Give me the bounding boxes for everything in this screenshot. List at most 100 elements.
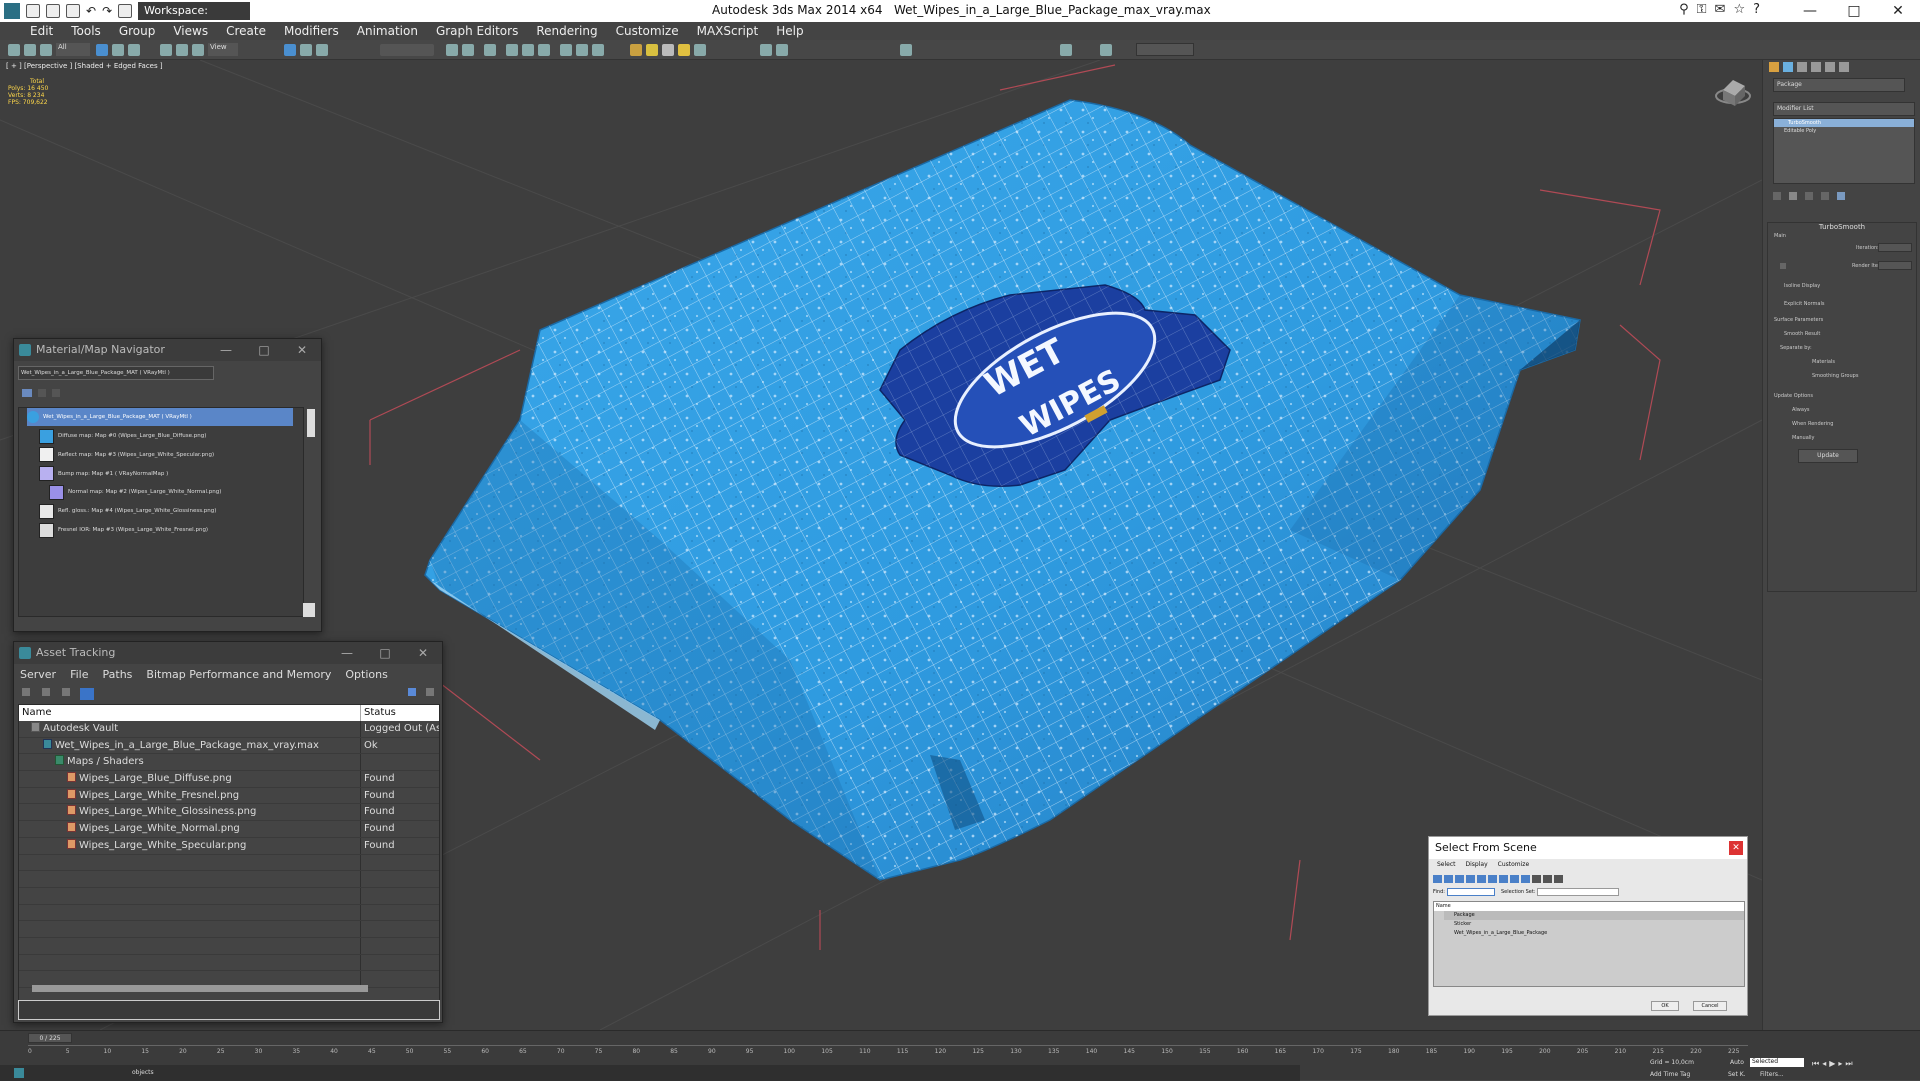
smoothing-groups-checkbox[interactable]: Smoothing Groups bbox=[1812, 373, 1858, 379]
material-editor-icon[interactable] bbox=[538, 44, 550, 56]
checkout-icon[interactable] bbox=[42, 688, 50, 696]
material-name-field[interactable]: Wet_Wipes_in_a_Large_Blue_Package_MAT ( … bbox=[18, 366, 214, 380]
column-name[interactable]: Name bbox=[19, 705, 361, 721]
scene-menu-select[interactable]: Select bbox=[1437, 859, 1456, 871]
map-row[interactable]: Bump map: Map #1 ( VRayNormalMap ) bbox=[39, 465, 168, 483]
menu-tools[interactable]: Tools bbox=[71, 24, 101, 38]
map-row[interactable]: Fresnel IOR: Map #3 (Wipes_Large_White_F… bbox=[39, 521, 208, 539]
scene-list-header[interactable]: Name bbox=[1434, 902, 1744, 911]
filter-bones-icon[interactable] bbox=[1521, 875, 1530, 883]
find-input[interactable] bbox=[1447, 888, 1495, 896]
auto-key-button[interactable]: Auto bbox=[1730, 1059, 1744, 1066]
unlink-icon[interactable] bbox=[24, 44, 36, 56]
scale-icon[interactable] bbox=[192, 44, 204, 56]
extra-tool-5-icon[interactable] bbox=[1100, 44, 1112, 56]
bind-icon[interactable] bbox=[40, 44, 52, 56]
select-object-icon[interactable] bbox=[96, 44, 108, 56]
map-row[interactable]: Reflect map: Map #3 (Wipes_Large_White_S… bbox=[39, 446, 214, 464]
coord-system-dropdown[interactable]: View bbox=[208, 43, 238, 56]
update-when-rendering-radio[interactable]: When Rendering bbox=[1792, 421, 1833, 427]
map-row[interactable]: Diffuse map: Map #0 (Wipes_Large_Blue_Di… bbox=[39, 427, 206, 445]
material-navigator-titlebar[interactable]: Material/Map Navigator — □ ✕ bbox=[14, 339, 321, 361]
filter-all-icon[interactable] bbox=[1532, 875, 1541, 883]
asset-tracking-maximize-button[interactable]: □ bbox=[366, 642, 404, 664]
next-frame-icon[interactable]: ▸ bbox=[1838, 1059, 1842, 1069]
named-selection-icon[interactable] bbox=[380, 44, 434, 56]
checkin-icon[interactable] bbox=[62, 688, 70, 696]
table-row[interactable]: Maps / Shaders bbox=[19, 754, 439, 772]
vray-toolbar-icon[interactable] bbox=[630, 44, 642, 56]
filter-cameras-icon[interactable] bbox=[1466, 875, 1475, 883]
vray-light-icon[interactable] bbox=[646, 44, 658, 56]
material-tree[interactable]: Wet_Wipes_in_a_Large_Blue_Package_MAT ( … bbox=[18, 407, 304, 617]
asset-menu-file[interactable]: File bbox=[70, 668, 88, 681]
help-icon[interactable]: ? bbox=[1753, 2, 1760, 17]
table-row[interactable]: Wipes_Large_White_Glossiness.png Found bbox=[19, 804, 439, 822]
material-navigator-maximize-button[interactable]: □ bbox=[245, 339, 283, 361]
hierarchy-tab-icon[interactable] bbox=[1797, 62, 1807, 72]
go-to-end-icon[interactable]: ⏭ bbox=[1845, 1059, 1852, 1069]
extra-tool-3-icon[interactable] bbox=[900, 44, 912, 56]
table-row[interactable]: Wipes_Large_Blue_Diffuse.png Found bbox=[19, 771, 439, 788]
map-row[interactable]: Normal map: Map #2 (Wipes_Large_White_No… bbox=[49, 483, 221, 501]
percent-snap-icon[interactable] bbox=[316, 44, 328, 56]
make-unique-icon[interactable] bbox=[1805, 192, 1813, 200]
favorites-icon[interactable]: ☆ bbox=[1733, 2, 1745, 17]
iterations-spinner[interactable] bbox=[1878, 243, 1912, 252]
vray-sphere-icon[interactable] bbox=[662, 44, 674, 56]
asset-path-field[interactable] bbox=[18, 1000, 440, 1020]
layer-manager-icon[interactable] bbox=[484, 44, 496, 56]
mirror-icon[interactable] bbox=[446, 44, 458, 56]
rectangle-selection-icon[interactable] bbox=[128, 44, 140, 56]
asset-menu-paths[interactable]: Paths bbox=[103, 668, 133, 681]
table-row[interactable]: Wipes_Large_White_Fresnel.png Found bbox=[19, 787, 439, 805]
angle-snap-icon[interactable] bbox=[300, 44, 312, 56]
menu-modifiers[interactable]: Modifiers bbox=[284, 24, 339, 38]
add-time-tag[interactable]: Add Time Tag bbox=[1650, 1071, 1690, 1078]
motion-tab-icon[interactable] bbox=[1811, 62, 1821, 72]
redo-icon[interactable]: ↷ bbox=[102, 4, 112, 18]
asset-horizontal-scrollbar[interactable] bbox=[32, 985, 368, 992]
explicit-normals-checkbox[interactable]: Explicit Normals bbox=[1784, 301, 1824, 307]
material-navigator-close-button[interactable]: ✕ bbox=[283, 339, 321, 361]
asset-menu-bitmap-performance[interactable]: Bitmap Performance and Memory bbox=[146, 668, 331, 681]
select-from-scene-titlebar[interactable]: Select From Scene ✕ bbox=[1429, 837, 1747, 859]
menu-customize[interactable]: Customize bbox=[616, 24, 679, 38]
view-list-icon[interactable] bbox=[22, 389, 32, 397]
table-row[interactable]: Wipes_Large_White_Normal.png Found bbox=[19, 821, 439, 838]
materials-checkbox[interactable]: Materials bbox=[1812, 359, 1835, 365]
menu-maxscript[interactable]: MAXScript bbox=[697, 24, 759, 38]
move-icon[interactable] bbox=[160, 44, 172, 56]
filter-geometry-icon[interactable] bbox=[1433, 875, 1442, 883]
remove-modifier-icon[interactable] bbox=[1821, 192, 1829, 200]
map-row[interactable]: Refl. gloss.: Map #4 (Wipes_Large_White_… bbox=[39, 502, 216, 520]
maxscript-listener-icon[interactable] bbox=[14, 1068, 24, 1078]
smooth-result-checkbox[interactable]: Smooth Result bbox=[1784, 331, 1820, 337]
key-filters-button[interactable]: Filters... bbox=[1760, 1071, 1784, 1078]
maximize-button[interactable]: □ bbox=[1832, 0, 1876, 22]
workspace-dropdown[interactable]: Workspace: Default bbox=[138, 2, 251, 35]
previous-frame-icon[interactable]: ◂ bbox=[1822, 1059, 1826, 1069]
open-file-icon[interactable] bbox=[46, 4, 60, 18]
render-setup-icon[interactable] bbox=[560, 44, 572, 56]
menu-graph-editors[interactable]: Graph Editors bbox=[436, 24, 518, 38]
time-slider[interactable]: 0 / 225 bbox=[28, 1033, 72, 1043]
extra-tool-icon[interactable] bbox=[760, 44, 772, 56]
binoculars-icon[interactable]: ⚲ bbox=[1679, 2, 1689, 17]
scene-list-item[interactable]: Wet_Wipes_in_a_Large_Blue_Package bbox=[1444, 929, 1744, 938]
curve-editor-icon[interactable] bbox=[506, 44, 518, 56]
show-end-result-icon[interactable] bbox=[1789, 192, 1797, 200]
wet-wipes-package-model[interactable]: WET WIPES bbox=[424, 99, 1581, 881]
filter-xrefs-icon[interactable] bbox=[1510, 875, 1519, 883]
render-icon[interactable] bbox=[592, 44, 604, 56]
project-folder-icon[interactable] bbox=[118, 4, 133, 18]
object-name-field[interactable]: Package bbox=[1773, 78, 1905, 92]
material-tree-scroll-corner[interactable] bbox=[303, 603, 315, 617]
app-logo-icon[interactable] bbox=[4, 3, 20, 19]
toolbar-dropdown[interactable] bbox=[1136, 43, 1194, 56]
render-iters-checkbox[interactable] bbox=[1780, 263, 1786, 269]
utilities-tab-icon[interactable] bbox=[1839, 62, 1849, 72]
go-to-start-icon[interactable]: ⏮ bbox=[1812, 1059, 1819, 1069]
save-file-icon[interactable] bbox=[66, 4, 80, 18]
refresh-icon[interactable] bbox=[22, 688, 30, 696]
